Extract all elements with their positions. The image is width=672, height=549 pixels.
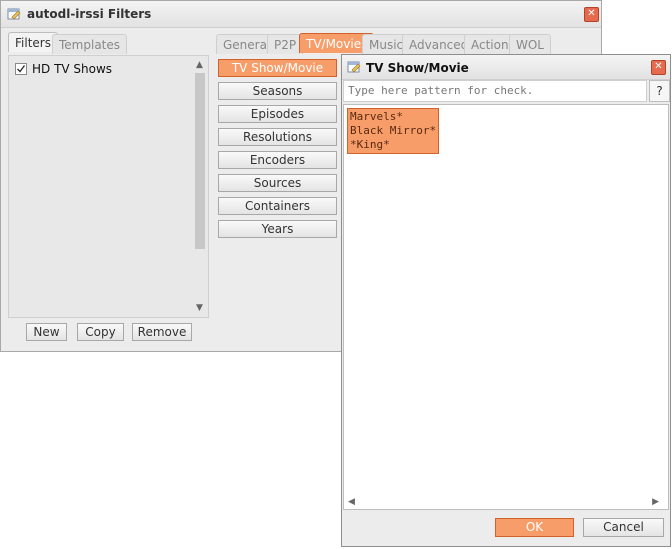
- dialog-title: TV Show/Movie: [366, 61, 469, 75]
- new-button[interactable]: New: [26, 323, 67, 341]
- cancel-button[interactable]: Cancel: [583, 518, 664, 537]
- close-icon[interactable]: ✕: [651, 60, 666, 75]
- checkbox[interactable]: [15, 63, 27, 75]
- scrollbar-thumb[interactable]: [195, 73, 205, 249]
- pattern-text: Marvels* Black Mirror* *King*: [347, 108, 440, 154]
- section-button-years[interactable]: Years: [218, 220, 337, 238]
- checkmark-icon: [17, 65, 26, 73]
- list-item-label: HD TV Shows: [32, 62, 113, 76]
- scroll-right-icon[interactable]: ▶: [652, 497, 659, 507]
- tab-templates[interactable]: Templates: [52, 34, 128, 54]
- section-button-resolutions[interactable]: Resolutions: [218, 128, 337, 146]
- close-icon[interactable]: ✕: [584, 7, 599, 22]
- section-button-tv-show-movie[interactable]: TV Show/Movie: [218, 59, 337, 77]
- section-button-sources[interactable]: Sources: [218, 174, 337, 192]
- scroll-up-icon[interactable]: ▲: [196, 60, 203, 70]
- help-button[interactable]: ?: [649, 80, 670, 102]
- pattern-input[interactable]: Type here pattern for check.: [343, 80, 647, 102]
- list-scrollbar[interactable]: ▲ ▼: [193, 57, 207, 316]
- window-icon: [7, 7, 21, 21]
- tv-show-movie-dialog: TV Show/Movie ✕ Type here pattern for ch…: [341, 54, 671, 547]
- window-title: autodl-irssi Filters: [27, 7, 152, 21]
- section-button-seasons[interactable]: Seasons: [218, 82, 337, 100]
- section-button-encoders[interactable]: Encoders: [218, 151, 337, 169]
- dialog-icon: [347, 60, 361, 74]
- section-button-containers[interactable]: Containers: [218, 197, 337, 215]
- textarea-scrollbar[interactable]: ◀ ▶: [345, 496, 667, 508]
- filter-list: HD TV Shows ▲ ▼: [8, 55, 209, 318]
- scroll-down-icon[interactable]: ▼: [196, 303, 203, 313]
- tab-action[interactable]: Action: [464, 34, 516, 54]
- pattern-textarea[interactable]: Marvels* Black Mirror* *King* ◀ ▶: [343, 104, 669, 510]
- filters-window-titlebar[interactable]: autodl-irssi Filters ✕: [1, 1, 601, 28]
- dialog-titlebar[interactable]: TV Show/Movie ✕: [342, 55, 670, 80]
- ok-button[interactable]: OK: [495, 518, 574, 537]
- tab-wol[interactable]: WOL: [509, 34, 551, 54]
- section-button-episodes[interactable]: Episodes: [218, 105, 337, 123]
- remove-button[interactable]: Remove: [132, 323, 192, 341]
- copy-button[interactable]: Copy: [77, 323, 124, 341]
- tab-filters[interactable]: Filters: [8, 32, 58, 52]
- scroll-left-icon[interactable]: ◀: [348, 497, 355, 507]
- tab-p2p[interactable]: P2P: [267, 34, 304, 54]
